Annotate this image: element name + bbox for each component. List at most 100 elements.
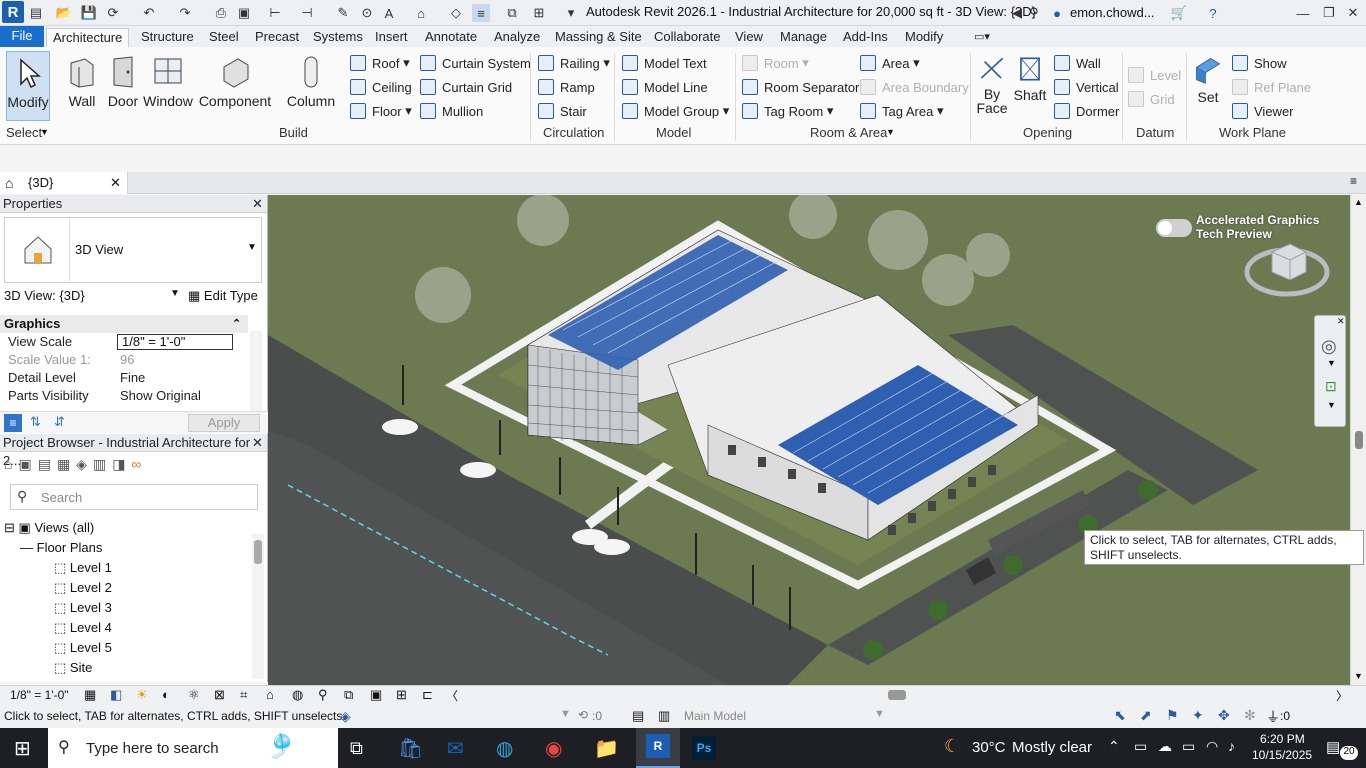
families-icon[interactable]: ◈ <box>76 456 87 476</box>
wall-opening-button[interactable]: Wall <box>1054 53 1101 73</box>
collapse-icon[interactable]: ◀ <box>1008 4 1026 22</box>
edit-type-button[interactable]: ▦ Edit Type <box>188 288 258 306</box>
modify-button[interactable]: Modify <box>6 51 50 121</box>
worksharing-icon[interactable]: ⧉ <box>344 687 353 703</box>
revit-logo[interactable]: R <box>2 1 24 23</box>
tree-item-level-4[interactable]: ⬚ Level 4 <box>54 620 112 636</box>
photoshop-icon[interactable]: Ps <box>692 736 716 760</box>
undo-icon[interactable]: ↶ <box>140 4 158 22</box>
property-value[interactable]: Show Original <box>120 387 201 405</box>
properties-close-icon[interactable]: ✕ <box>252 195 263 213</box>
model-text-button[interactable]: Model Text <box>622 53 707 73</box>
navbar-close-icon[interactable]: ✕ <box>1337 316 1345 327</box>
constraints-icon[interactable]: ⊏ <box>422 687 433 703</box>
tag-room-button[interactable]: Tag Room ▾ <box>742 101 833 121</box>
viewer-button[interactable]: Viewer <box>1232 101 1294 121</box>
view-scale-control[interactable]: 1/8" = 1'-0" <box>10 688 69 702</box>
property-value[interactable]: Fine <box>120 369 145 387</box>
ceiling-button[interactable]: Ceiling <box>350 77 412 97</box>
instance-selector[interactable]: 3D View: {3D} ▼ <box>0 288 185 306</box>
links-icon[interactable]: ◨ <box>112 456 125 476</box>
view-tab-3d[interactable]: ⌂ {3D} ✕ <box>0 172 128 194</box>
3d-viewport[interactable]: Accelerated Graphics Tech Preview ✕ ◎ ▼ … <box>268 195 1350 685</box>
select-pinned-icon[interactable]: ⚑ <box>1166 707 1179 724</box>
properties-scrollbar[interactable] <box>250 331 262 411</box>
hscroll-right-icon[interactable]: 〉 <box>1336 687 1348 704</box>
windows-start-icon[interactable]: ⊞ <box>14 736 31 761</box>
tree-item-level-3[interactable]: ⬚ Level 3 <box>54 600 112 616</box>
clock-date[interactable]: 10/15/2025 <box>1252 748 1312 762</box>
view-scale-input[interactable]: 1/8" = 1'-0" <box>117 334 233 350</box>
sheets-icon[interactable]: ▦ <box>57 456 70 476</box>
select-panel-label[interactable]: Select <box>6 125 42 140</box>
tab-insert[interactable]: Insert <box>369 28 414 47</box>
room-area-panel-label[interactable]: Room & Area <box>810 125 887 140</box>
views-all-node[interactable]: ⊟ ▣ Views (all) <box>4 520 94 536</box>
set-button[interactable]: Set <box>1190 51 1226 121</box>
binoculars-icon[interactable]: ⚲ <box>1025 4 1043 22</box>
workset-dropdown-icon[interactable]: ▼ <box>560 708 571 720</box>
browser-scroll-thumb[interactable] <box>254 540 262 564</box>
room-button[interactable]: Room ▾ <box>742 53 809 73</box>
floor-plans-node[interactable]: — Floor Plans <box>20 540 102 555</box>
chrome-icon[interactable]: ◉ <box>545 736 562 761</box>
zoom-icon[interactable]: ⊡ <box>1325 378 1337 395</box>
shadows-icon[interactable]: ◐ <box>162 687 170 702</box>
file-explorer-icon[interactable]: 📁 <box>594 736 619 761</box>
tab-manage[interactable]: Manage <box>774 28 833 47</box>
user-icon[interactable]: ● <box>1048 4 1066 22</box>
tab-structure[interactable]: Structure <box>135 28 200 47</box>
browser-scrollbar[interactable] <box>252 534 264 679</box>
print-setup-icon[interactable]: ▣ <box>235 4 253 22</box>
room-area-dropdown-icon[interactable]: ▼ <box>886 127 895 137</box>
crop-view-icon[interactable]: ⊠ <box>214 687 225 703</box>
filter-icon[interactable]: ⏚ <box>1266 707 1280 727</box>
tree-item-site[interactable]: ⬚ Site <box>54 660 92 676</box>
tab-steel[interactable]: Steel <box>203 28 245 47</box>
door-button[interactable]: Door <box>106 51 140 121</box>
print-icon[interactable]: ⎙ <box>212 4 230 22</box>
apply-button[interactable]: Apply <box>188 414 260 432</box>
browser-close-icon[interactable]: ✕ <box>252 434 263 452</box>
zoom-dropdown-icon[interactable]: ▼ <box>1327 400 1336 410</box>
vertical-opening-button[interactable]: Vertical <box>1054 77 1119 97</box>
roof-button[interactable]: Roof ▾ <box>350 53 410 73</box>
cart-icon[interactable]: 🛒 <box>1170 4 1188 22</box>
dimension-icon[interactable]: ⊣ <box>298 4 316 22</box>
visual-style-icon[interactable]: ◧ <box>110 687 122 703</box>
view-list-dropdown-icon[interactable]: ≡ <box>1350 174 1357 188</box>
tree-item-level-2[interactable]: ⬚ Level 2 <box>54 580 112 596</box>
accelerated-graphics-toggle[interactable] <box>1156 219 1192 237</box>
tab-systems[interactable]: Systems <box>307 28 369 47</box>
model-line-button[interactable]: Model Line <box>622 77 708 97</box>
views-icon[interactable]: ▣ <box>18 456 31 476</box>
shaft-button[interactable]: Shaft <box>1012 51 1048 121</box>
select-underlay-icon[interactable]: ⬈ <box>1140 707 1152 724</box>
store-icon[interactable]: 🛍 <box>398 736 423 761</box>
edge-icon[interactable]: ◍ <box>496 736 513 761</box>
hscroll-left-icon[interactable]: 〈 <box>446 687 458 704</box>
curtain-grid-button[interactable]: Curtain Grid <box>420 77 512 97</box>
tab-view[interactable]: View <box>729 28 769 47</box>
tab-massing-site[interactable]: Massing & Site <box>549 28 648 47</box>
home-icon[interactable]: ⌂ <box>4 456 12 476</box>
tree-item-level-1[interactable]: ⬚ Level 1 <box>54 560 112 576</box>
room-separator-button[interactable]: Room Separator <box>742 77 859 97</box>
show-button[interactable]: Show <box>1232 53 1287 73</box>
tree-item-level-5[interactable]: ⬚ Level 5 <box>54 640 112 656</box>
grid-button[interactable]: Grid <box>1128 89 1175 109</box>
sort-asc-icon[interactable]: ⇅ <box>30 414 41 430</box>
hscroll-thumb[interactable] <box>888 690 906 700</box>
tab-architecture[interactable]: Architecture <box>46 28 130 47</box>
properties-filter-icon[interactable]: ≡ <box>4 414 22 432</box>
clock-time[interactable]: 6:20 PM <box>1260 732 1305 746</box>
reveal-hidden-icon[interactable]: ⚲ <box>318 687 328 703</box>
volume-icon[interactable]: ♪ <box>1228 738 1235 754</box>
render-icon[interactable]: ⚛ <box>188 687 200 703</box>
detail-level-icon[interactable]: ▦ <box>84 687 96 703</box>
thin-lines-icon[interactable]: ≡ <box>472 4 490 22</box>
type-selector[interactable]: 3D View ▼ <box>4 217 262 283</box>
component-button[interactable]: Component <box>199 51 271 121</box>
close-hidden-icon[interactable]: ⧉ <box>503 4 521 22</box>
task-view-icon[interactable]: ⧉ <box>350 738 363 759</box>
